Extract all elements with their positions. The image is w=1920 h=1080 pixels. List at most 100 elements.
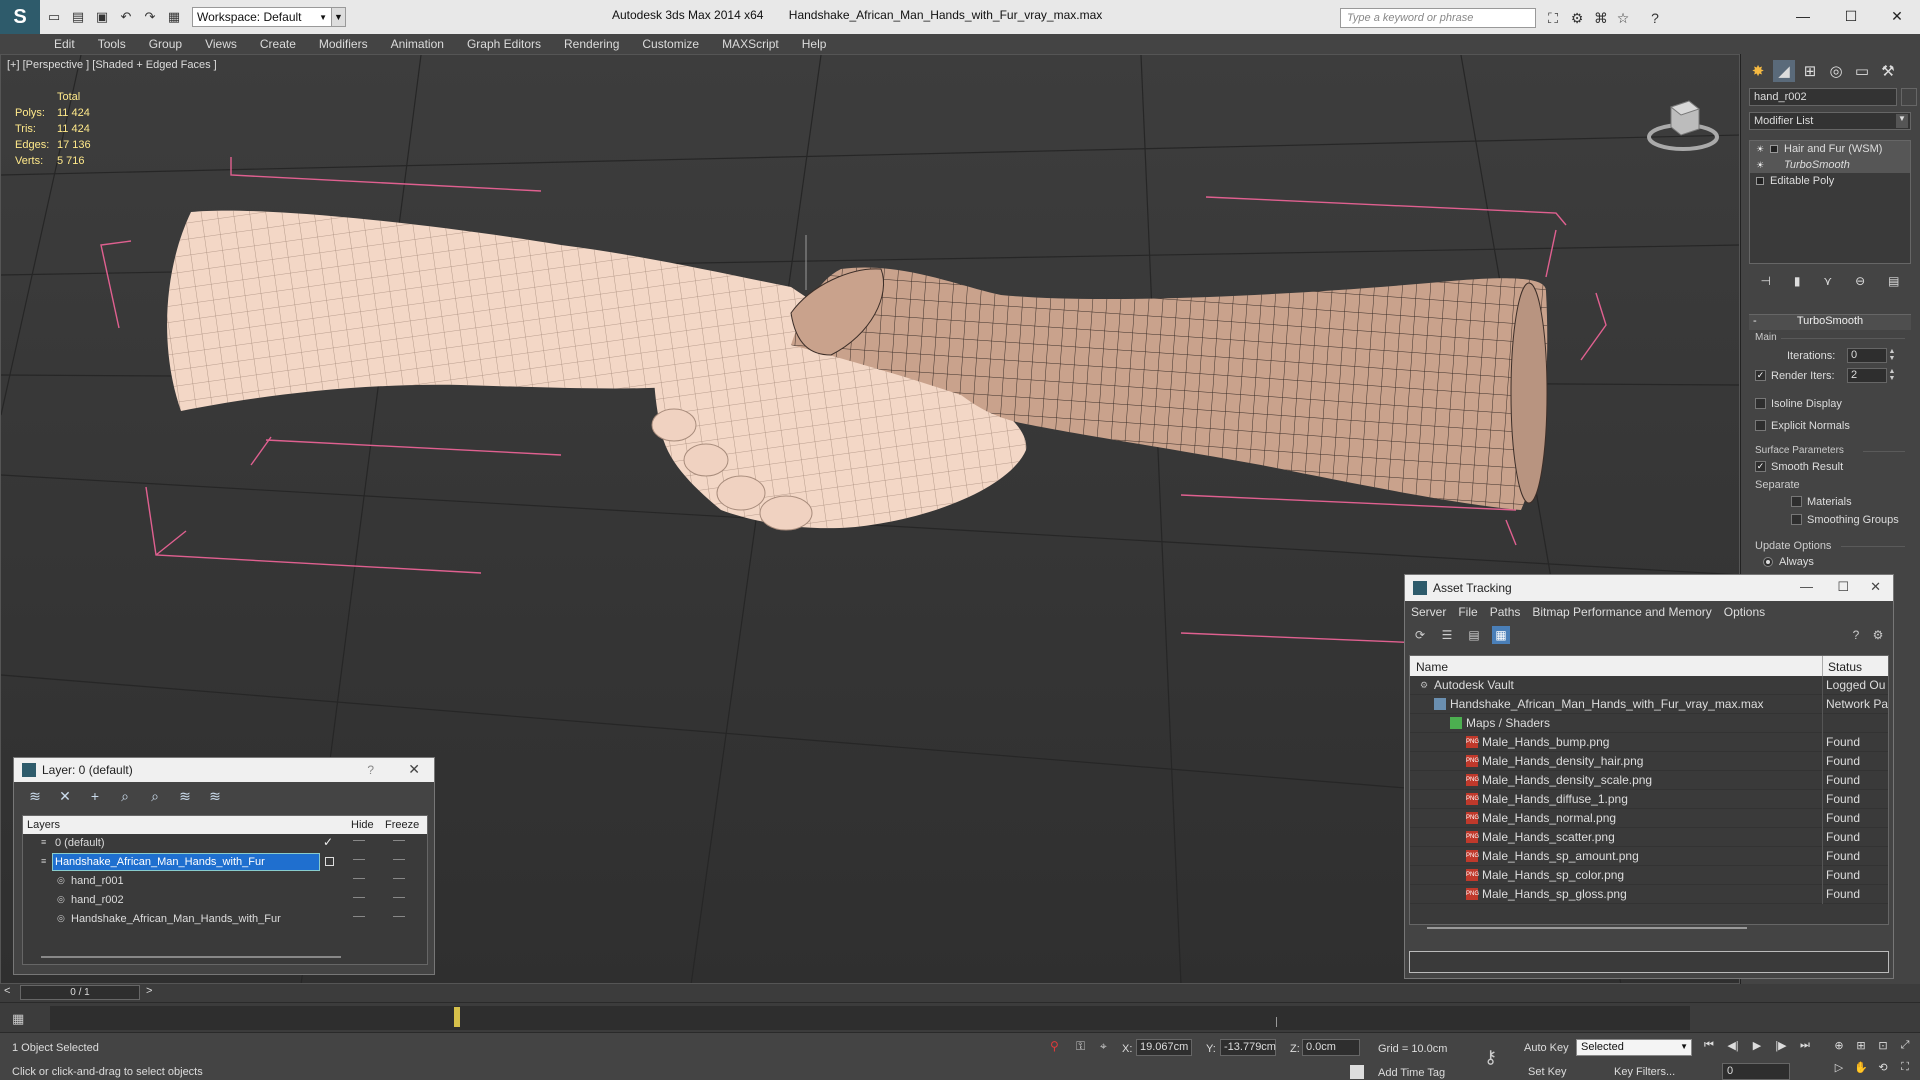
layer-row-handshake-object[interactable]: ◎ Handshake_African_Man_Hands_with_Fur (23, 910, 427, 929)
subscription-icon[interactable]: ⚙ (1568, 9, 1586, 27)
asset-row[interactable]: Handshake_African_Man_Hands_with_Fur_vra… (1410, 695, 1888, 714)
add-to-layer-icon[interactable]: + (84, 785, 106, 807)
fov-icon[interactable]: ▷ (1830, 1061, 1848, 1078)
render-iters-checkbox[interactable]: ✓ (1755, 370, 1766, 381)
project-folder-icon[interactable]: ▦ (164, 7, 184, 27)
isolate-pin-icon[interactable]: ⚲ (1050, 1039, 1059, 1053)
key-filters-button[interactable]: Key Filters... (1614, 1066, 1675, 1078)
asset-row[interactable]: PNG Male_Hands_sp_color.png Found (1410, 866, 1888, 885)
set-active-box-icon[interactable] (325, 857, 334, 866)
table-view-icon[interactable]: ▦ (1492, 626, 1510, 644)
hierarchy-tab-icon[interactable]: ⊞ (1799, 60, 1821, 82)
layer-dialog-titlebar[interactable]: Layer: 0 (default) ? ✕ (14, 758, 434, 782)
workspace-dropdown[interactable]: Workspace: Default ▼ (192, 7, 332, 27)
asset-menu-options[interactable]: Options (1724, 605, 1765, 619)
time-slider[interactable]: < 0 / 1 > (0, 984, 1920, 1002)
horizontal-scrollbar[interactable] (1427, 927, 1747, 929)
menu-create[interactable]: Create (260, 37, 296, 51)
remove-modifier-icon[interactable]: ⊖ (1855, 274, 1865, 288)
play-icon[interactable]: ▶ (1748, 1039, 1766, 1056)
key-marker[interactable] (454, 1007, 460, 1027)
current-frame-field[interactable]: 0 (1722, 1063, 1790, 1080)
app-logo[interactable]: S (0, 0, 40, 34)
menu-edit[interactable]: Edit (54, 37, 75, 51)
zoom-all-icon[interactable]: ⊞ (1852, 1039, 1870, 1056)
isoline-checkbox[interactable] (1755, 398, 1766, 409)
make-unique-icon[interactable]: ⋎ (1823, 274, 1832, 288)
pin-stack-icon[interactable]: ⊣ (1760, 274, 1770, 288)
zoom-extents-icon[interactable]: ⊡ (1874, 1039, 1892, 1056)
menu-views[interactable]: Views (205, 37, 237, 51)
menu-maxscript[interactable]: MAXScript (722, 37, 779, 51)
asset-row[interactable]: PNG Male_Hands_sp_gloss.png Found (1410, 885, 1888, 904)
utilities-tab-icon[interactable]: ⚒ (1877, 60, 1899, 82)
asset-row[interactable]: ⚙ Autodesk Vault Logged Ou (1410, 676, 1888, 695)
create-tab-icon[interactable]: ✸ (1747, 60, 1769, 82)
track-bar[interactable]: ▦ (0, 1002, 1920, 1032)
object-color-swatch[interactable] (1901, 88, 1917, 106)
binoculars-icon[interactable]: ⛶ (1544, 9, 1562, 27)
col-name[interactable]: Name (1416, 660, 1448, 674)
layer-row-hand-r002[interactable]: ◎ hand_r002 (23, 891, 427, 910)
object-name-field[interactable]: hand_r002 (1749, 88, 1897, 106)
close-icon[interactable]: ✕ (1870, 579, 1881, 595)
hide-toggle[interactable] (353, 897, 365, 898)
freeze-toggle[interactable] (393, 840, 405, 841)
display-tab-icon[interactable]: ▭ (1851, 60, 1873, 82)
menu-graph-editors[interactable]: Graph Editors (467, 37, 541, 51)
delete-layer-icon[interactable]: ✕ (54, 785, 76, 807)
set-key-icon[interactable]: ⚷ (1484, 1047, 1497, 1068)
stack-item-turbosmooth[interactable]: ☀ TurboSmooth (1750, 157, 1910, 173)
detail-view-icon[interactable]: ▤ (1465, 626, 1483, 644)
iterations-spinner[interactable]: 0 (1847, 348, 1887, 363)
materials-checkbox[interactable] (1791, 496, 1802, 507)
asset-row[interactable]: PNG Male_Hands_scatter.png Found (1410, 828, 1888, 847)
asset-path-field[interactable] (1409, 951, 1889, 973)
pan-hand-icon[interactable]: ✋ (1852, 1061, 1870, 1078)
y-coord-field[interactable]: -13.779cm (1220, 1039, 1276, 1056)
undo-icon[interactable]: ↶ (116, 7, 136, 27)
orbit-icon[interactable]: ⟲ (1874, 1061, 1892, 1078)
asset-menu-bitmap[interactable]: Bitmap Performance and Memory (1532, 605, 1711, 619)
maximize-icon[interactable]: ☐ (1828, 0, 1874, 32)
auto-key-button[interactable]: Auto Key (1524, 1042, 1569, 1054)
stack-item-editable-poly[interactable]: Editable Poly (1750, 173, 1910, 189)
menu-group[interactable]: Group (149, 37, 182, 51)
help-icon[interactable]: ? (1847, 626, 1865, 644)
favorites-star-icon[interactable]: ☆ (1614, 9, 1632, 27)
asset-row[interactable]: PNG Male_Hands_density_scale.png Found (1410, 771, 1888, 790)
menu-help[interactable]: Help (802, 37, 827, 51)
menu-customize[interactable]: Customize (642, 37, 699, 51)
curve-editor-icon[interactable]: ▦ (12, 1011, 24, 1027)
menu-animation[interactable]: Animation (391, 37, 444, 51)
freeze-toggle[interactable] (393, 859, 405, 860)
next-frame-icon[interactable]: > (146, 985, 152, 997)
maximize-toggle-icon[interactable]: ⛶ (1896, 1061, 1914, 1078)
goto-start-icon[interactable]: ⏮ (1700, 1039, 1718, 1056)
context-help-icon[interactable]: ⚙ (1869, 626, 1887, 644)
spinner-arrows-icon[interactable]: ▲ ▼ (1887, 368, 1897, 383)
minimize-icon[interactable]: — (1800, 579, 1813, 594)
asset-row[interactable]: PNG Male_Hands_normal.png Found (1410, 809, 1888, 828)
active-layer-check-icon[interactable]: ✓ (323, 835, 333, 849)
time-tag-icon[interactable] (1350, 1065, 1364, 1079)
lightbulb-icon[interactable]: ☀ (1756, 160, 1766, 171)
explicit-normals-checkbox[interactable] (1755, 420, 1766, 431)
select-objects-icon[interactable]: ⌕ (114, 785, 136, 807)
hide-all-icon[interactable]: ≋ (174, 785, 196, 807)
smoothing-groups-checkbox[interactable] (1791, 514, 1802, 525)
col-freeze[interactable]: Freeze (385, 819, 419, 831)
close-icon[interactable]: ✕ (1874, 0, 1920, 32)
hide-toggle[interactable] (353, 878, 365, 879)
communication-icon[interactable]: ⌘ (1592, 9, 1610, 27)
col-layers[interactable]: Layers (27, 819, 60, 831)
asset-row[interactable]: PNG Male_Hands_diffuse_1.png Found (1410, 790, 1888, 809)
absolute-mode-icon[interactable]: ⌖ (1100, 1039, 1107, 1054)
menu-modifiers[interactable]: Modifiers (319, 37, 368, 51)
menu-rendering[interactable]: Rendering (564, 37, 619, 51)
stack-item-hair-fur[interactable]: ☀ Hair and Fur (WSM) (1750, 141, 1910, 157)
show-end-result-icon[interactable]: ▮ (1794, 274, 1801, 288)
minimize-icon[interactable]: — (1780, 0, 1826, 32)
always-radio[interactable] (1763, 557, 1773, 567)
modifier-list-dropdown[interactable]: Modifier List ▼ (1749, 112, 1911, 130)
